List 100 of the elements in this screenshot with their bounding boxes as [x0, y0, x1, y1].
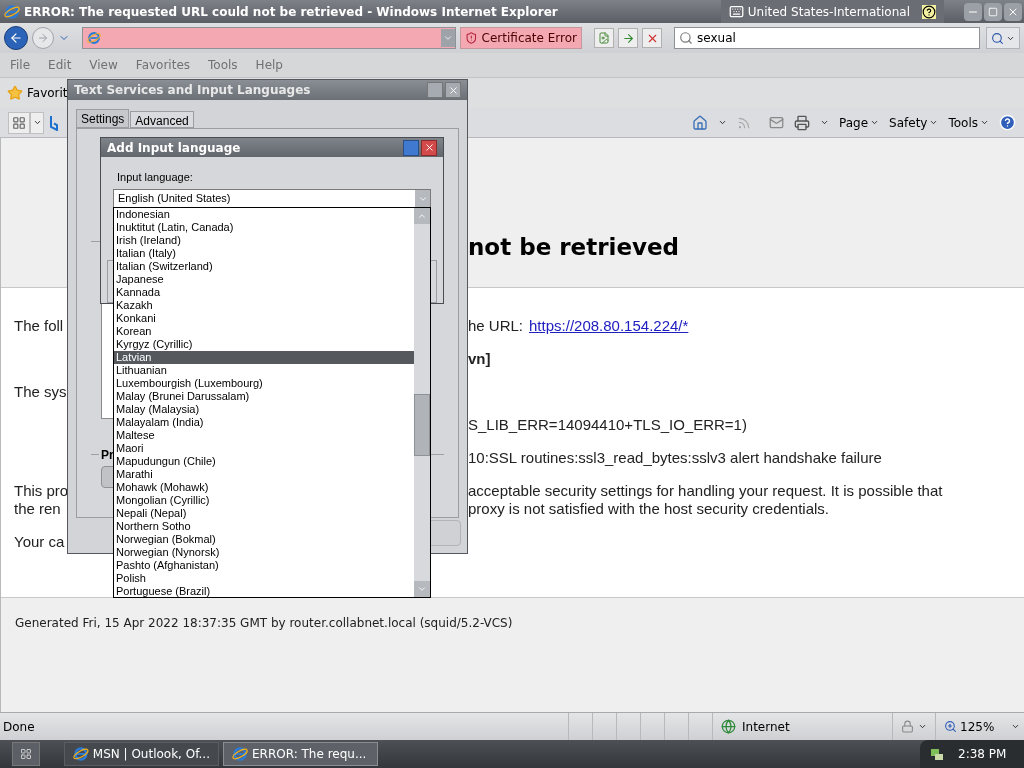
page-text: S_LIB_ERR=14094410+TLS_IO_ERR=1) [468, 416, 747, 434]
arrow-icon [621, 31, 635, 45]
language-option[interactable]: Malay (Malaysia) [114, 403, 414, 416]
language-option[interactable]: Malayalam (India) [114, 416, 414, 429]
home-icon[interactable] [692, 114, 708, 131]
caret-icon [980, 118, 989, 127]
close-button[interactable] [445, 82, 461, 98]
language-option[interactable]: Polish [114, 572, 414, 585]
star-icon[interactable] [7, 85, 23, 101]
language-option[interactable]: Maltese [114, 429, 414, 442]
scrollbar-thumb[interactable] [414, 394, 430, 456]
page-text: proxy is not satisfied with the host security credentials. [468, 500, 829, 518]
network-icon[interactable] [930, 747, 944, 761]
favorites-label[interactable]: Favorit [27, 84, 68, 102]
zone-label: Internet [742, 718, 790, 736]
caret-icon [870, 118, 880, 127]
language-option[interactable]: Mohawk (Mohawk) [114, 481, 414, 494]
language-option[interactable]: Portuguese (Brazil) [114, 585, 414, 598]
stop-button[interactable] [642, 28, 662, 48]
browser-icon [4, 3, 20, 20]
dialog-title: Text Services and Input Languages [74, 82, 311, 99]
taskbar-button[interactable]: ERROR: The requ... [223, 742, 378, 766]
language-option[interactable]: Northern Sotho [114, 520, 414, 533]
back-button[interactable] [4, 26, 28, 50]
mail-icon[interactable] [769, 115, 784, 130]
page-text: he URL: [468, 317, 524, 335]
language-option[interactable]: Irish (Ireland) [114, 234, 414, 247]
page-text: acceptable security settings for handling your request. It is possible that [468, 482, 943, 500]
scrollbar[interactable] [414, 208, 430, 597]
language-option[interactable]: Malay (Brunei Darussalam) [114, 390, 414, 403]
language-option[interactable]: Italian (Switzerland) [114, 260, 414, 273]
address-field[interactable] [82, 27, 456, 49]
help-icon[interactable] [922, 4, 936, 19]
language-combobox[interactable]: English (United States) [113, 188, 431, 209]
page-text: The sys [14, 383, 67, 400]
browser-icon [232, 746, 248, 762]
browser-icon [87, 31, 101, 45]
page-heading: not be retrieved [468, 233, 681, 262]
command-menu-button[interactable]: Safety [889, 113, 939, 132]
zoom-icon [944, 720, 957, 733]
command-menu-button[interactable]: Tools [948, 113, 989, 132]
search-field[interactable]: sexual [674, 27, 980, 49]
language-option[interactable]: Marathi [114, 468, 414, 481]
language-option[interactable]: Japanese [114, 273, 414, 286]
close-icon [447, 84, 459, 96]
close-button[interactable] [1004, 2, 1022, 21]
language-option[interactable]: Italian (Italy) [114, 247, 414, 260]
language-option[interactable]: Nepali (Nepal) [114, 507, 414, 520]
caret-icon [918, 722, 927, 731]
language-option[interactable]: Kannada [114, 286, 414, 299]
maximize-button[interactable] [984, 2, 1002, 21]
globe-icon [721, 719, 736, 734]
caret-icon[interactable] [820, 118, 829, 127]
maximize-icon [988, 6, 998, 17]
compatibility-button[interactable] [594, 28, 614, 48]
search-icon [679, 31, 693, 45]
page-text: the ren [14, 500, 61, 517]
taskbar-button[interactable]: MSN | Outlook, Of... [64, 742, 219, 766]
search-button[interactable] [986, 27, 1020, 49]
scroll-down-icon [417, 584, 427, 594]
page-text: vn] [468, 350, 491, 368]
forward-arrow-icon [37, 32, 49, 44]
language-option[interactable]: Luxembourgish (Luxembourg) [114, 377, 414, 390]
page-text: This pro [14, 482, 69, 499]
language-option[interactable]: Konkani [114, 312, 414, 325]
command-menu-button[interactable]: Page [839, 113, 880, 132]
language-option[interactable]: Korean [114, 325, 414, 338]
language-option[interactable]: Kyrgyz (Cyrillic) [114, 338, 414, 351]
go-button[interactable] [618, 28, 638, 48]
language-option[interactable]: Kazakh [114, 299, 414, 312]
page-text: The foll [14, 317, 64, 334]
quick-tabs-button[interactable] [8, 111, 30, 134]
language-option[interactable]: Mongolian (Cyrillic) [114, 494, 414, 507]
close-button[interactable] [421, 139, 437, 156]
certificate-error-button[interactable]: Certificate Error [460, 27, 582, 49]
language-option[interactable]: Maori [114, 442, 414, 455]
keyboard-icon [728, 4, 744, 19]
language-option[interactable]: Lithuanian [114, 364, 414, 377]
dialog-title: Add Input language [107, 139, 241, 157]
start-button[interactable] [12, 742, 40, 766]
dialog-tab[interactable]: Advanced [130, 111, 194, 128]
window-title: ERROR: The requested URL could not be retrieved - Windows Internet Explorer [24, 3, 558, 21]
language-option[interactable]: Inuktitut (Latin, Canada) [114, 221, 414, 234]
caret-icon [1011, 722, 1021, 731]
language-option[interactable]: Mapudungun (Chile) [114, 455, 414, 468]
language-option[interactable]: Norwegian (Bokmal) [114, 533, 414, 546]
status-text: Done [2, 718, 36, 736]
language-option[interactable]: Latvian [114, 351, 414, 364]
language-option[interactable]: Indonesian [114, 208, 414, 221]
shield-icon [465, 31, 478, 45]
caret-icon [32, 118, 42, 127]
language-option[interactable]: Norwegian (Nynorsk) [114, 546, 414, 559]
url-link[interactable]: https://208.80.154.224/* [529, 317, 689, 335]
field-label: Input language: [117, 170, 194, 186]
language-option[interactable]: Pashto (Afghanistan) [114, 559, 414, 572]
minimize-button[interactable] [964, 2, 982, 21]
dialog-tab[interactable]: Settings [76, 109, 130, 128]
caret-icon[interactable] [718, 118, 727, 127]
language-label[interactable]: United States-International [747, 2, 910, 21]
print-icon[interactable] [794, 114, 810, 131]
